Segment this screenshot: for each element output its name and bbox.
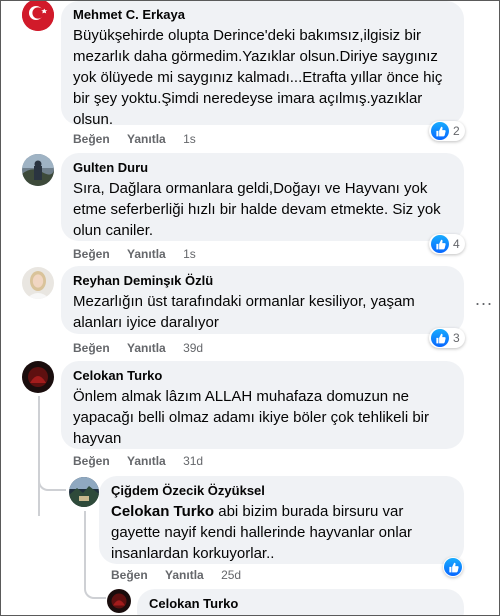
comment-time[interactable]: 39d: [183, 341, 203, 355]
nested-reply-author[interactable]: Celokan Turko: [149, 596, 452, 612]
like-reaction-icon: [431, 329, 449, 347]
like-button[interactable]: Beğen: [73, 132, 110, 146]
reply-bubble: Çiğdem Özecik Özyüksel Celokan Turko abi…: [99, 476, 464, 564]
comment-actions: Beğen Yanıtla 31d: [73, 454, 217, 468]
thread-connector: [38, 471, 66, 491]
like-button[interactable]: Beğen: [73, 247, 110, 261]
avatar[interactable]: [22, 267, 54, 299]
thread-line: [84, 511, 86, 581]
avatar[interactable]: [22, 1, 54, 31]
landscape-avatar-icon: [69, 477, 99, 507]
like-reaction-icon: [431, 122, 449, 140]
turkish-flag-icon: [22, 1, 54, 31]
reaction-number: 2: [453, 124, 460, 138]
like-reaction-icon: [431, 235, 449, 253]
comment-author[interactable]: Mehmet C. Erkaya: [73, 7, 452, 23]
reaction-number: 4: [453, 237, 460, 251]
reply-button[interactable]: Yanıtla: [165, 568, 204, 582]
comment-bubble: Gulten Duru Sıra, Dağlara ormanlara geld…: [61, 153, 464, 241]
reply-button[interactable]: Yanıtla: [127, 454, 166, 468]
woman-portrait-icon: [22, 267, 54, 299]
avatar[interactable]: [69, 477, 99, 507]
outdoor-photo-icon: [22, 154, 54, 186]
comment-bubble: Celokan Turko Önlem almak lâzım ALLAH mu…: [61, 361, 464, 449]
reply-text: Celokan Turko abi bizim burada birsuru v…: [111, 501, 452, 564]
like-reaction-icon: [444, 558, 462, 576]
comment-text: Sıra, Dağlara ormanlara geldi,Doğayı ve …: [73, 180, 441, 239]
reply-actions: Beğen Yanıtla 25d: [111, 568, 255, 582]
nested-reply-bubble: Celokan Turko: [137, 589, 464, 615]
reply-button[interactable]: Yanıtla: [127, 341, 166, 355]
more-options-icon[interactable]: ...: [475, 290, 493, 308]
like-button[interactable]: Beğen: [111, 568, 148, 582]
reaction-count[interactable]: 4: [429, 234, 465, 254]
comment-bubble: Reyhan Deminşık Özlü Mezarlığın üst tara…: [61, 266, 464, 334]
comment-actions: Beğen Yanıtla 39d: [73, 341, 217, 355]
reply-author[interactable]: Çiğdem Özecik Özyüksel: [111, 483, 452, 499]
comment-bubble: Mehmet C. Erkaya Büyükşehirde olupta Der…: [61, 1, 464, 128]
avatar[interactable]: [22, 361, 54, 393]
like-button[interactable]: Beğen: [73, 341, 110, 355]
comment-actions: Beğen Yanıtla 1s: [73, 132, 210, 146]
comment-time[interactable]: 1s: [183, 247, 196, 261]
dark-red-avatar-icon: [107, 589, 131, 613]
comment-text: Önlem almak lâzım ALLAH muhafaza domuzun…: [73, 388, 430, 447]
comment-author[interactable]: Reyhan Deminşık Özlü: [73, 273, 452, 289]
reply-time[interactable]: 25d: [221, 568, 241, 582]
comment-text: Büyükşehirde olupta Derince'deki bakımsı…: [73, 27, 443, 128]
thread-connector: [84, 579, 106, 599]
reaction-count[interactable]: [443, 557, 463, 577]
mention-link[interactable]: Celokan Turko: [111, 503, 214, 520]
reply-button[interactable]: Yanıtla: [127, 247, 166, 261]
thread-line: [38, 396, 40, 516]
reaction-count[interactable]: 2: [429, 121, 465, 141]
comment-actions: Beğen Yanıtla 1s: [73, 247, 210, 261]
avatar[interactable]: [22, 154, 54, 186]
dark-red-avatar-icon: [22, 361, 54, 393]
like-button[interactable]: Beğen: [73, 454, 110, 468]
avatar[interactable]: [107, 589, 131, 613]
comment-time[interactable]: 31d: [183, 454, 203, 468]
comment-time[interactable]: 1s: [183, 132, 196, 146]
reply-button[interactable]: Yanıtla: [127, 132, 166, 146]
comment-author[interactable]: Gulten Duru: [73, 160, 452, 176]
reaction-number: 3: [453, 331, 460, 345]
comments-panel: Mehmet C. Erkaya Büyükşehirde olupta Der…: [0, 0, 500, 616]
reaction-count[interactable]: 3: [429, 328, 465, 348]
comment-text: Mezarlığın üst tarafındaki ormanlar kesi…: [73, 293, 415, 331]
comment-author[interactable]: Celokan Turko: [73, 368, 452, 384]
